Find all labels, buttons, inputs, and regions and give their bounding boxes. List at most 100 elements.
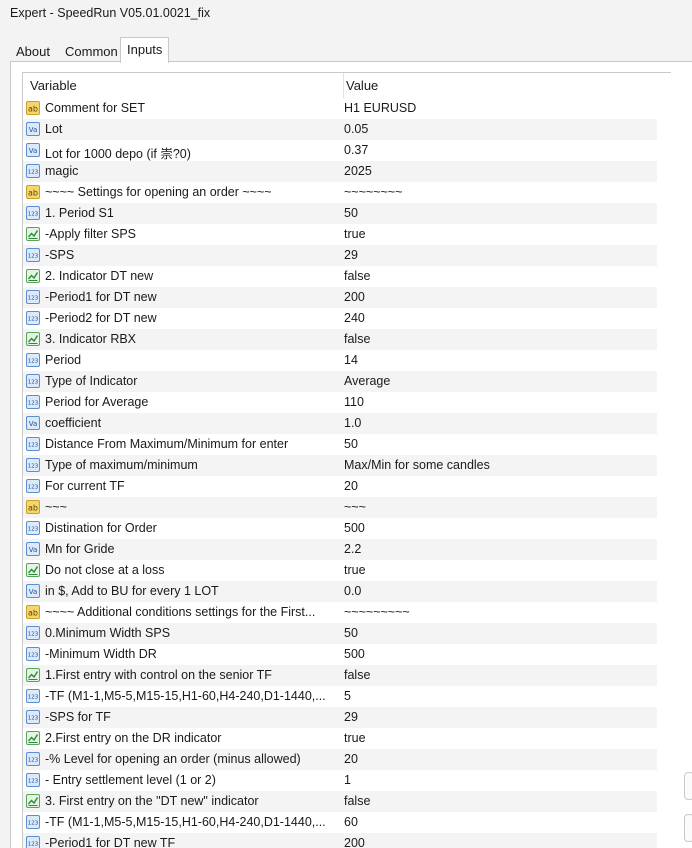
integer-icon: 123 (26, 164, 40, 178)
table-row[interactable]: Va coefficient 1.0 (23, 413, 657, 434)
table-row[interactable]: 123 -Period1 for DT new 200 (23, 287, 657, 308)
double-icon: Va (26, 122, 40, 136)
table-row[interactable]: Va Mn for Gride 2.2 (23, 539, 657, 560)
variable-value[interactable]: 50 (344, 626, 654, 640)
table-row[interactable]: 1.First entry with control on the senior… (23, 665, 657, 686)
table-row[interactable]: 2.First entry on the DR indicator true (23, 728, 657, 749)
column-separator[interactable] (343, 73, 344, 98)
table-row[interactable]: 123 -TF (M1-1,M5-5,M15-15,H1-60,H4-240,D1… (23, 812, 657, 833)
table-row[interactable]: ab ~~~~ Additional conditions settings fo… (23, 602, 657, 623)
variable-value[interactable]: 200 (344, 836, 654, 848)
integer-icon: 123 (26, 815, 40, 829)
integer-icon: 123 (26, 437, 40, 451)
table-row[interactable]: 123 Distance From Maximum/Minimum for ent… (23, 434, 657, 455)
variable-value[interactable]: true (344, 731, 654, 745)
variable-value[interactable]: 200 (344, 290, 654, 304)
svg-text:123: 123 (28, 401, 39, 407)
table-row[interactable]: 123 magic 2025 (23, 161, 657, 182)
variable-value[interactable]: 29 (344, 710, 654, 724)
variable-name: Distination for Order (45, 521, 157, 535)
variable-value[interactable]: 0.0 (344, 584, 654, 598)
variable-value[interactable]: ~~~~~~~~~ (344, 605, 654, 619)
variable-name: 3. Indicator RBX (45, 332, 137, 346)
variable-value[interactable]: false (344, 332, 654, 346)
table-row[interactable]: 123 Period for Average 110 (23, 392, 657, 413)
variable-value[interactable]: 0.05 (344, 122, 654, 136)
variable-value[interactable]: 50 (344, 206, 654, 220)
table-row[interactable]: 123 -TF (M1-1,M5-5,M15-15,H1-60,H4-240,D1… (23, 686, 657, 707)
table-row[interactable]: 123 -SPS 29 (23, 245, 657, 266)
table-row[interactable]: 3. First entry on the "DT new" indicator… (23, 791, 657, 812)
table-row[interactable]: 123 Distination for Order 500 (23, 518, 657, 539)
table-row[interactable]: 123 For current TF 20 (23, 476, 657, 497)
variable-value[interactable]: H1 EURUSD (344, 101, 654, 115)
table-row[interactable]: 123 Type of maximum/minimum Max/Min for so… (23, 455, 657, 476)
variable-value[interactable]: Average (344, 374, 654, 388)
side-button-upper[interactable] (684, 772, 692, 800)
svg-text:123: 123 (28, 695, 39, 701)
table-row[interactable]: ab Comment for SET H1 EURUSD (23, 98, 657, 119)
variable-value[interactable]: 60 (344, 815, 654, 829)
variable-value[interactable]: true (344, 563, 654, 577)
variable-value[interactable]: Max/Min for some candles (344, 458, 654, 472)
variable-name: Comment for SET (45, 101, 146, 115)
table-row[interactable]: Va Lot for 1000 depo (if 崇?0) 0.37 (23, 140, 657, 161)
variable-value[interactable]: 20 (344, 752, 654, 766)
svg-text:123: 123 (28, 380, 39, 386)
variable-value[interactable]: false (344, 269, 654, 283)
variable-value[interactable]: 14 (344, 353, 654, 367)
variable-value[interactable]: 20 (344, 479, 654, 493)
variable-value[interactable]: false (344, 668, 654, 682)
table-row[interactable]: 123 -Period2 for DT new 240 (23, 308, 657, 329)
table-row[interactable]: Va in $, Add to BU for every 1 LOT 0.0 (23, 581, 657, 602)
table-row[interactable]: 123 Type of Indicator Average (23, 371, 657, 392)
variable-value[interactable]: 29 (344, 248, 654, 262)
table-row[interactable]: 2. Indicator DT new false (23, 266, 657, 287)
variable-value[interactable]: 0.37 (344, 143, 654, 157)
tab-common[interactable]: Common (59, 40, 124, 62)
variable-value[interactable]: 50 (344, 437, 654, 451)
variable-value[interactable]: 2.2 (344, 542, 654, 556)
title-bar: Expert - SpeedRun V05.01.0021_fix (0, 0, 692, 28)
double-icon: Va (26, 416, 40, 430)
variable-value[interactable]: ~~~~~~~~ (344, 185, 654, 199)
table-row[interactable]: 123 1. Period S1 50 (23, 203, 657, 224)
variable-value[interactable]: 1 (344, 773, 654, 787)
column-header-value[interactable]: Value (346, 78, 378, 93)
variable-value[interactable]: 2025 (344, 164, 654, 178)
table-row[interactable]: 123 - Entry settlement level (1 or 2) 1 (23, 770, 657, 791)
variable-value[interactable]: false (344, 794, 654, 808)
variable-value[interactable]: 500 (344, 647, 654, 661)
table-row[interactable]: Do not close at a loss true (23, 560, 657, 581)
table-row[interactable]: 123 -SPS for TF 29 (23, 707, 657, 728)
column-header-variable[interactable]: Variable (30, 78, 77, 93)
table-row[interactable]: 123 Period 14 (23, 350, 657, 371)
boolean-icon (26, 227, 40, 241)
variable-value[interactable]: true (344, 227, 654, 241)
variable-value[interactable]: 1.0 (344, 416, 654, 430)
integer-icon: 123 (26, 626, 40, 640)
variable-value[interactable]: ~~~ (344, 500, 654, 514)
table-row[interactable]: -Apply filter SPS true (23, 224, 657, 245)
side-button-lower[interactable] (684, 814, 692, 842)
variable-value[interactable]: 240 (344, 311, 654, 325)
svg-text:123: 123 (28, 716, 39, 722)
table-row[interactable]: 123 -Period1 for DT new TF 200 (23, 833, 657, 848)
table-row[interactable]: Va Lot 0.05 (23, 119, 657, 140)
table-row[interactable]: ab ~~~~ Settings for opening an order ~~~… (23, 182, 657, 203)
table-row[interactable]: 123 -Minimum Width DR 500 (23, 644, 657, 665)
integer-icon: 123 (26, 206, 40, 220)
table-row[interactable]: ab ~~~ ~~~ (23, 497, 657, 518)
variable-name: Lot (45, 122, 63, 136)
tab-inputs[interactable]: Inputs (120, 37, 170, 63)
table-row[interactable]: 123 0.Minimum Width SPS 50 (23, 623, 657, 644)
tab-about[interactable]: About (10, 40, 56, 62)
variable-value[interactable]: 110 (344, 395, 654, 409)
table-row[interactable]: 3. Indicator RBX false (23, 329, 657, 350)
variable-value[interactable]: 500 (344, 521, 654, 535)
integer-icon: 123 (26, 311, 40, 325)
grid-rows: ab Comment for SET H1 EURUSD Va Lot 0.05 Va Lot… (23, 98, 671, 848)
variable-value[interactable]: 5 (344, 689, 654, 703)
table-row[interactable]: 123 -% Level for opening an order (minus … (23, 749, 657, 770)
boolean-icon (26, 332, 40, 346)
